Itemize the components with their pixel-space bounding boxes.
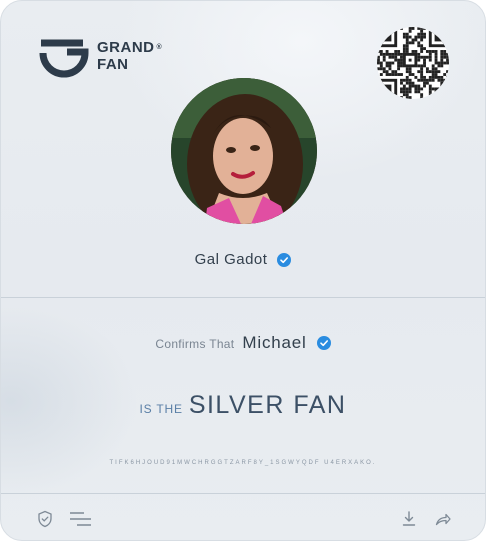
download-button[interactable]	[399, 509, 419, 529]
confirmation-row: Confirms That Michael	[1, 333, 485, 353]
qr-code[interactable]	[377, 27, 449, 99]
share-icon	[435, 513, 451, 526]
celebrity-avatar	[171, 78, 317, 224]
logo-line-fan: FAN	[97, 56, 129, 73]
menu-lines-icon	[70, 512, 91, 526]
menu-button[interactable]	[69, 509, 93, 529]
confirms-that-label: Confirms That	[155, 337, 235, 351]
logo-registered-mark: ®	[156, 44, 163, 51]
shield-check-button[interactable]	[35, 509, 55, 529]
celebrity-name: Gal Gadot	[194, 251, 268, 268]
fan-level-title: SILVER FAN	[188, 391, 347, 419]
download-icon	[402, 511, 416, 526]
bottom-divider	[1, 493, 485, 494]
fan-certificate-card: GRAND ® FAN Gal Gadot Confirms That Mich…	[0, 0, 486, 541]
shield-check-icon	[38, 510, 52, 528]
share-button[interactable]	[433, 509, 453, 529]
is-the-label: IS THE	[139, 402, 183, 416]
verified-badge-icon	[277, 252, 292, 267]
fan-name: Michael	[242, 333, 307, 352]
logo-line-grand: GRAND	[97, 39, 155, 56]
avatar-portrait-icon	[171, 78, 317, 224]
qr-code-icon	[377, 27, 449, 99]
verified-badge-icon	[316, 336, 331, 350]
fan-status-row: IS THE SILVER FAN	[1, 391, 485, 420]
top-divider	[1, 297, 485, 298]
grand-fan-logo-text: GRAND ® FAN	[97, 39, 162, 73]
grand-fan-logo-mark-icon	[39, 39, 89, 78]
celebrity-name-row: Gal Gadot	[1, 251, 485, 268]
certificate-code: TIFK6HJOUD91MWCHRGGTZARF8Y_1SGWYQDF U4ER…	[109, 460, 377, 466]
grand-fan-logo: GRAND ® FAN	[37, 33, 162, 79]
